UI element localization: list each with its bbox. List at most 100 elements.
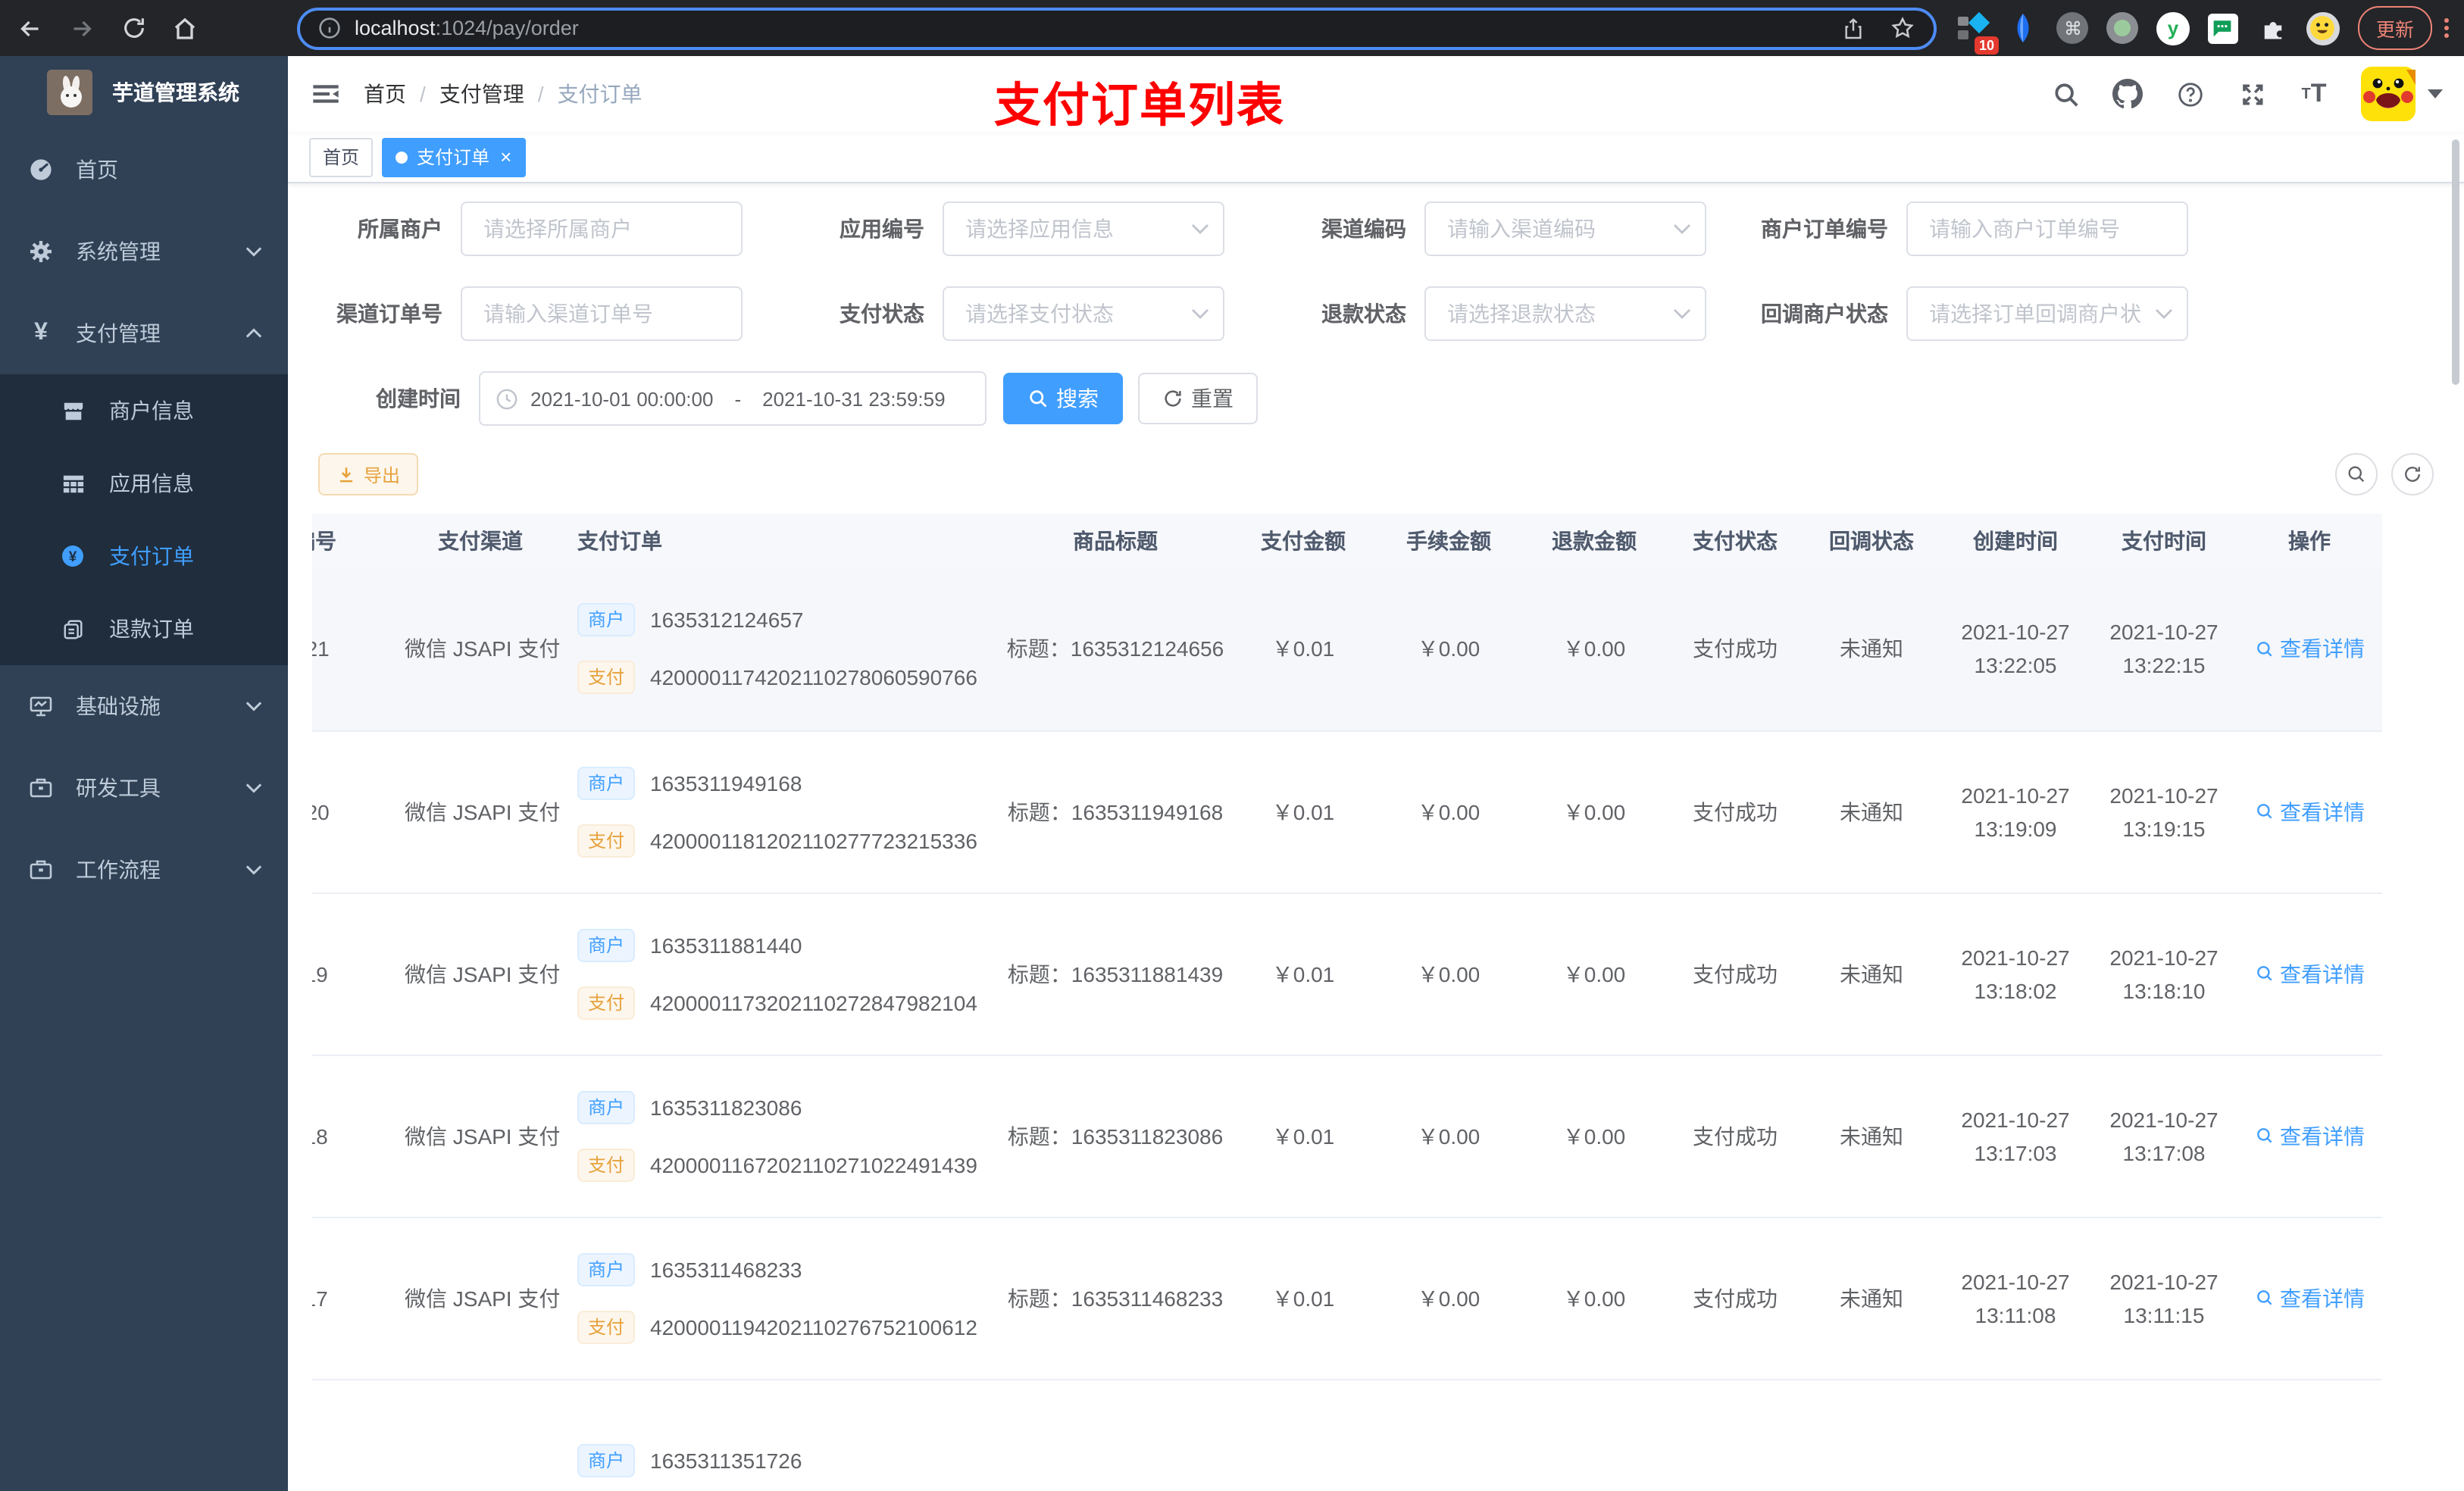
view-detail-link[interactable]: 查看详情 [2254,958,2365,989]
table-row[interactable]: 商户 1635311351726 [312,1379,2382,1491]
download-icon [339,467,353,482]
filter-channel-order-no: 渠道订单号 [297,286,779,341]
created-time-cell [1940,1379,2091,1491]
extension-y-icon[interactable]: y [2156,11,2190,45]
back-icon[interactable] [15,13,45,43]
breadcrumb: 首页 / 支付管理 / 支付订单 [364,79,643,109]
merchant-order-no-input[interactable] [1906,202,2188,256]
export-button[interactable]: 导出 [318,453,419,495]
pay-status-cell [1667,1379,1803,1491]
table-row[interactable]: 120 微信 JSAPI 支付 商户 1635311949168 支付 4200… [312,730,2382,892]
table-row[interactable]: 119 微信 JSAPI 支付 商户 1635311881440 支付 4200… [312,892,2382,1055]
browser-update-button[interactable]: 更新 [2357,6,2432,50]
sidebar-item-workflow[interactable]: 工作流程 [0,829,288,911]
refund-amount-cell: ￥0.00 [1562,1286,1626,1310]
refresh-table-button[interactable] [2391,453,2434,495]
extension-puzzle-icon[interactable] [2256,11,2290,45]
pay-amount-cell: ￥0.01 [1271,799,1335,824]
bookmark-star-icon[interactable] [1890,15,1915,41]
sidebar-item-pay-order[interactable]: ¥ 支付订单 [0,520,288,592]
filter-merchant-order-no: 商户订单编号 [1743,202,2225,256]
view-detail-link[interactable]: 查看详情 [2254,1283,2365,1313]
page-content: 所属商户 应用编号 渠道编码 [288,183,2464,1491]
extension-diamond-icon[interactable]: 10 [1956,11,1999,54]
view-detail-link[interactable]: 查看详情 [2254,634,2365,664]
channel-order-no-input[interactable] [461,286,743,341]
search-icon[interactable] [2050,79,2081,109]
column-header: 支付订单 [556,514,1000,568]
action-cell: 查看详情 [2237,1217,2382,1379]
sidebar-item-home[interactable]: 首页 [0,129,288,211]
help-icon[interactable] [2175,79,2205,109]
app-select[interactable] [943,202,1224,256]
merchant-tag: 商户 [577,603,636,637]
sidebar-item-refund-order[interactable]: 退款订单 [0,592,288,665]
pay-tag: 支付 [577,1148,636,1181]
user-menu[interactable] [2361,67,2443,121]
extension-emoji-icon[interactable] [2306,11,2340,45]
pay-status-select[interactable] [943,286,1224,341]
search-button[interactable]: 搜索 [1003,373,1123,424]
view-detail-link[interactable]: 查看详情 [2254,1121,2365,1151]
paid-time-cell [2091,1379,2237,1491]
merchant-input[interactable] [461,202,743,256]
chevron-down-icon [1673,308,1691,320]
grid-icon [61,471,85,495]
share-icon[interactable] [1841,16,1865,40]
sidebar-item-merchant-info[interactable]: 商户信息 [0,374,288,447]
notify-status-select[interactable] [1906,286,2188,341]
browser-menu-icon[interactable] [2444,18,2449,38]
table-row[interactable]: 118 微信 JSAPI 支付 商户 1635311823086 支付 4200… [312,1055,2382,1217]
tag-pay-order[interactable]: 支付订单 × [382,137,526,177]
sidebar-item-infra[interactable]: 基础设施 [0,665,288,747]
chevron-down-icon [1673,223,1691,235]
extension-command-icon[interactable]: ⌘ [2056,11,2090,45]
monitor-icon [29,694,53,718]
page-scrollbar[interactable] [2452,139,2459,385]
github-icon[interactable] [2112,79,2143,109]
refund-status-select[interactable] [1424,286,1706,341]
table-row[interactable]: 121 微信 JSAPI 支付 商户 1635312124657 支付 4200… [312,568,2382,730]
extension-chat-icon[interactable] [2206,11,2240,45]
active-dot [396,151,408,163]
pay-tag: 支付 [577,661,636,695]
chevron-down-icon [245,700,262,712]
sidebar-item-app-info[interactable]: 应用信息 [0,447,288,520]
sidebar-item-dev-tools[interactable]: 研发工具 [0,747,288,829]
home-icon[interactable] [170,13,200,43]
reload-icon[interactable] [118,13,149,43]
fullscreen-icon[interactable] [2237,79,2267,109]
reset-button[interactable]: 重置 [1138,373,1258,424]
close-icon[interactable]: × [500,147,511,167]
view-detail-link[interactable]: 查看详情 [2254,796,2365,827]
chevron-down-icon [245,864,262,876]
search-icon [2256,804,2272,819]
pay-status-cell: 支付成功 [1693,799,1778,824]
pay-order-cell: 商户 1635312124657 支付 42000011742021102780… [556,568,1000,730]
paid-time-cell: 2021-10-27 13:22:15 [2109,620,2219,678]
tag-home[interactable]: 首页 [309,137,374,177]
breadcrumb-home[interactable]: 首页 [364,79,406,109]
forward-icon[interactable] [67,13,97,43]
paid-time-cell: 2021-10-27 13:19:15 [2109,783,2219,840]
notify-status-cell: 未通知 [1840,799,1903,824]
column-header: 创建时间 [1940,514,2091,568]
filter-channel-code: 渠道编码 [1261,202,1743,256]
font-size-icon[interactable]: TT [2299,79,2329,109]
date-range-input[interactable]: 2021-10-01 00:00:00 - 2021-10-31 23:59:5… [479,371,987,426]
site-info-icon[interactable] [318,17,341,39]
hamburger-icon[interactable] [311,79,341,109]
created-time-cell: 2021-10-27 13:22:05 [1961,620,2070,678]
extension-spinnaker-icon[interactable] [2006,11,2040,45]
breadcrumb-pay[interactable]: 支付管理 [439,79,524,109]
channel-code-select[interactable] [1424,202,1706,256]
product-title-cell: 标题：1635311881439 [1007,961,1224,986]
extension-dot-icon[interactable] [2106,11,2140,45]
table-row[interactable]: 117 微信 JSAPI 支付 商户 1635311468233 支付 4200… [312,1217,2382,1379]
sidebar-item-system[interactable]: 系统管理 [0,211,288,292]
address-bar[interactable]: localhost:1024/pay/order [297,7,1937,49]
show-search-button[interactable] [2335,453,2378,495]
chevron-down-icon [245,245,262,258]
column-header: 支付状态 [1667,514,1803,568]
sidebar-item-pay[interactable]: ¥ 支付管理 [0,292,288,374]
